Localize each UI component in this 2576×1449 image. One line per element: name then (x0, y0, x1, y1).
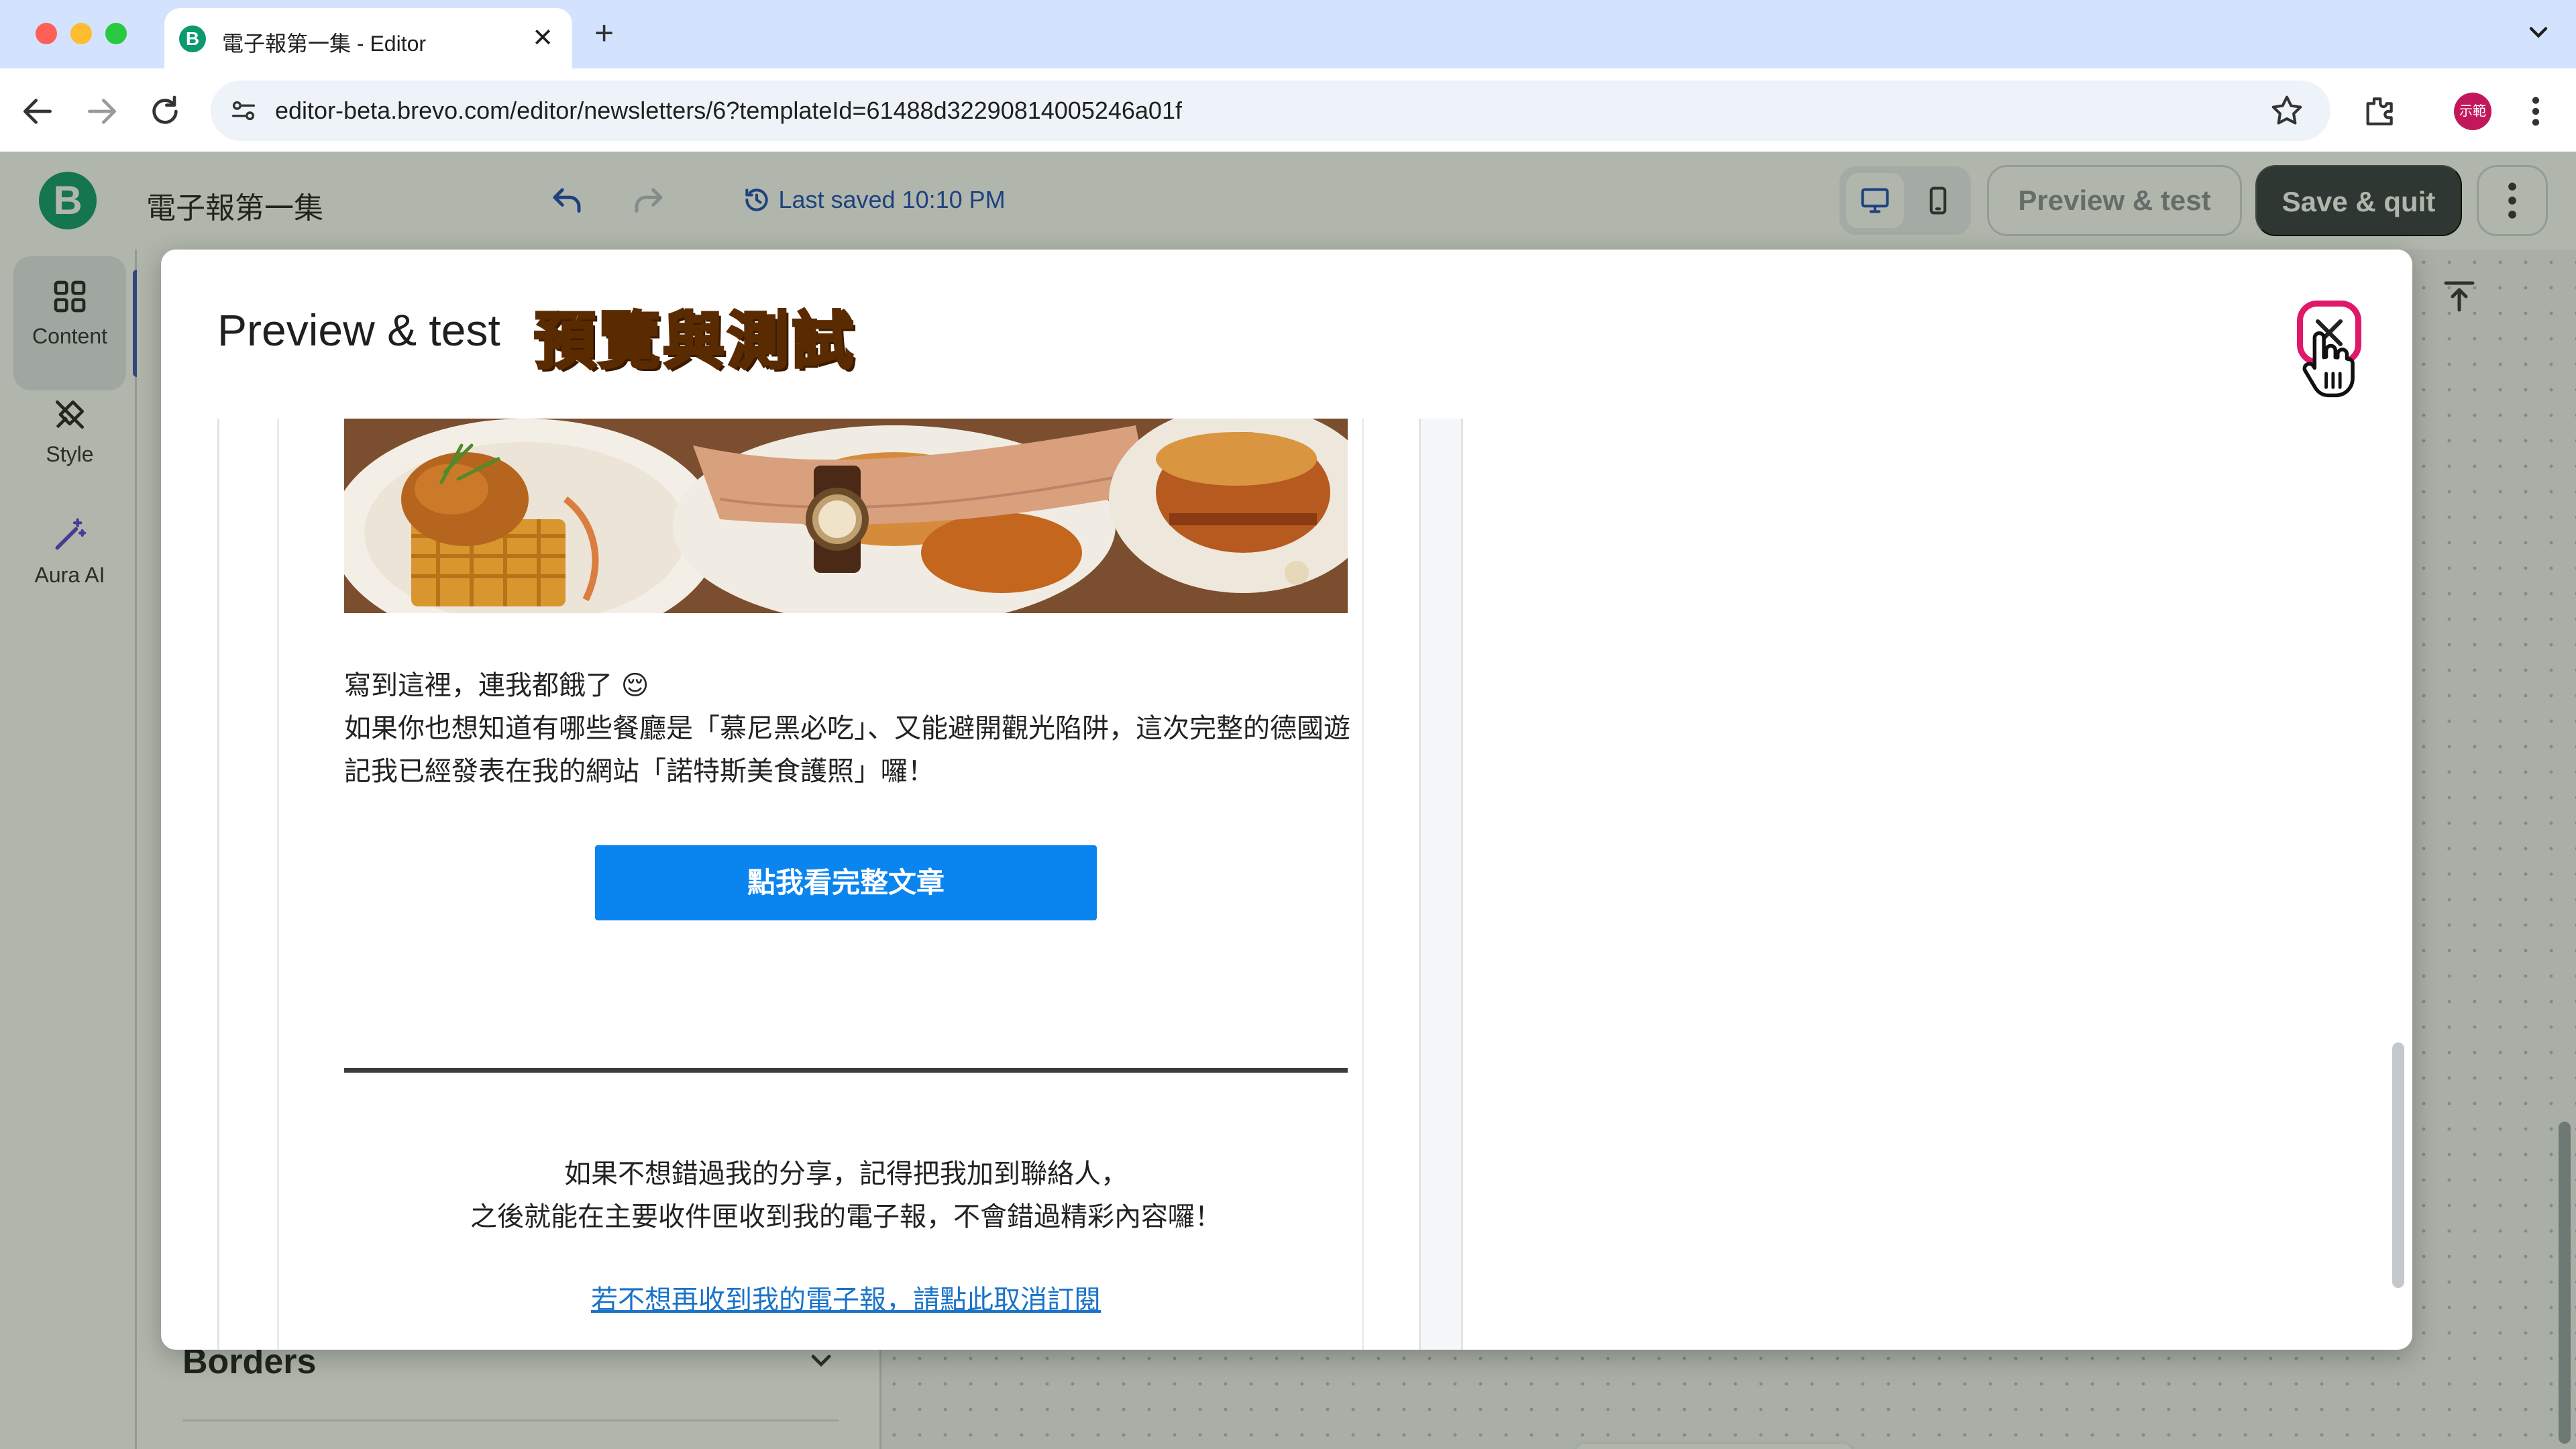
email-footer-text: 如果不想錯過我的分享，記得把我加到聯絡人， (564, 1159, 1128, 1189)
browser-menu-icon[interactable] (2522, 93, 2549, 130)
url-text: editor-beta.brevo.com/editor/newsletters… (275, 97, 1182, 124)
extensions-puzzle-icon[interactable] (2360, 93, 2398, 130)
email-footer-text: 之後就能在主要收件匣收到我的電子報，不會錯過精彩內容囉！ (470, 1201, 1222, 1232)
back-arrow-icon[interactable] (19, 93, 56, 130)
food-photo (344, 419, 1348, 613)
email-paragraph: 如果你也想知道有哪些餐廳是「慕尼黑必吃」、又能避開觀光陷阱，這次完整的德國遊記我… (344, 713, 1350, 787)
tab-close-icon[interactable]: ✕ (532, 23, 553, 53)
reload-icon[interactable] (146, 93, 184, 130)
site-info-icon[interactable] (228, 95, 259, 126)
modal-scrollbar[interactable] (2392, 1042, 2404, 1288)
bookmark-star-icon[interactable] (2269, 93, 2305, 129)
preview-test-modal: Preview & test 預覽與測試 寫到這裡，連我都餓了 😌 如果你也想知… (161, 250, 2412, 1350)
test-panel (1461, 419, 2364, 1350)
modal-title: Preview & test (217, 305, 500, 355)
tab-list-chevron-icon[interactable] (2524, 17, 2553, 47)
browser-tab-bar: B 電子報第一集 - Editor ✕ + (0, 0, 2576, 68)
read-full-article-button[interactable]: 點我看完整文章 (595, 845, 1097, 920)
browser-toolbar: editor-beta.brevo.com/editor/newsletters… (0, 68, 2576, 152)
annotation-badge: 預覽與測試 (533, 304, 857, 378)
window-zoom-button[interactable] (105, 23, 127, 44)
email-divider (344, 1068, 1348, 1073)
email-preview: 寫到這裡，連我都餓了 😌 如果你也想知道有哪些餐廳是「慕尼黑必吃」、又能避開觀光… (217, 419, 1421, 1350)
new-tab-icon[interactable]: + (594, 13, 614, 52)
email-paragraph: 寫到這裡，連我都餓了 😌 (344, 670, 649, 701)
preview-area: 寫到這裡，連我都餓了 😌 如果你也想知道有哪些餐廳是「慕尼黑必吃」、又能避開觀光… (217, 419, 2364, 1350)
window-close-button[interactable] (36, 23, 57, 44)
tab-title: 電子報第一集 - Editor (222, 32, 427, 56)
address-bar[interactable]: editor-beta.brevo.com/editor/newsletters… (211, 80, 2330, 141)
profile-avatar[interactable]: 示範 (2454, 93, 2491, 130)
browser-tab[interactable]: B 電子報第一集 - Editor ✕ (164, 8, 572, 68)
food-photo-illustration (344, 419, 1348, 613)
window-minimize-button[interactable] (70, 23, 92, 44)
forward-arrow-icon[interactable] (83, 93, 121, 130)
hand-cursor-icon (2302, 331, 2355, 398)
unsubscribe-link[interactable]: 若不想再收到我的電子報，請點此取消訂閱 (344, 1279, 1348, 1322)
brevo-favicon-icon: B (179, 25, 206, 52)
